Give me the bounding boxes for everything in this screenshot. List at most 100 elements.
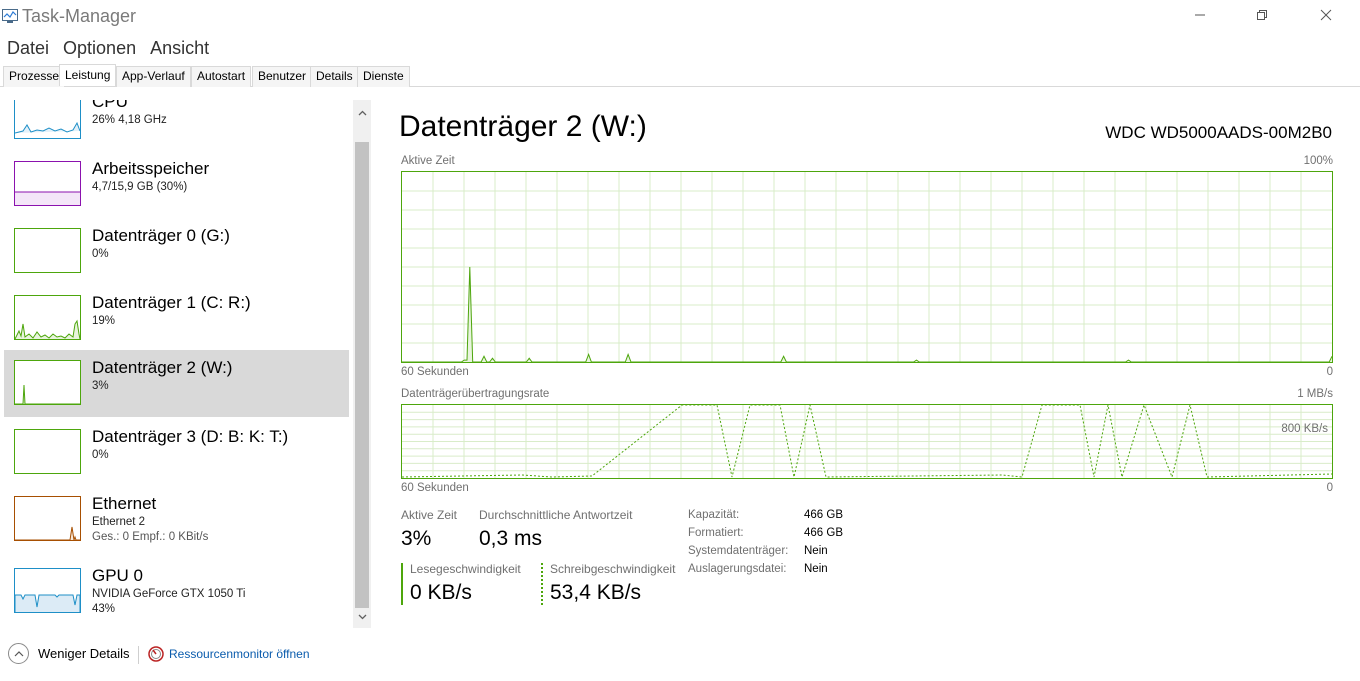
restore-icon [1257, 10, 1267, 20]
gpu-thumbnail [14, 568, 81, 613]
write-speed-value: 53,4 KB/s [550, 581, 642, 604]
chevron-up-icon [358, 110, 366, 116]
performance-sidebar: CPU 26% 4,18 GHz Arbeitsspeicher 4,7/15,… [0, 100, 372, 628]
sidebar-item-sub: 0% [92, 449, 109, 461]
sidebar-item-name: Datenträger 1 (C: R:) [92, 293, 251, 312]
prop-pagefile-label: Auslagerungsdatei: [688, 563, 787, 575]
ethernet-thumbnail [14, 496, 81, 541]
tab-bar: Prozesse Leistung App-Verlauf Autostart … [0, 64, 1360, 87]
sidebar-item-sub: 4,7/15,9 GB (30%) [92, 181, 188, 193]
sidebar-item-name: CPU [92, 100, 128, 111]
scroll-down-button[interactable] [353, 608, 371, 626]
active-time-chart [402, 172, 1333, 363]
sidebar-item-sub: Ethernet 2 [92, 516, 146, 528]
graph1-min-label: 0 [1326, 366, 1333, 378]
prop-system-disk-label: Systemdatenträger: [688, 545, 789, 557]
sidebar-item-name: GPU 0 [92, 566, 144, 585]
graph2-label: Datenträgerübertragungsrate [401, 388, 550, 400]
menu-bar: Datei Optionen Ansicht [0, 36, 216, 62]
tab-benutzer[interactable]: Benutzer [252, 66, 313, 87]
sidebar-item-sub: Ges.: 0 Empf.: 0 KBit/s [92, 531, 209, 543]
sidebar-item-sub: 19% [92, 315, 116, 327]
window-title: Task-Manager [22, 6, 137, 26]
disk-3-thumbnail [14, 429, 81, 474]
resource-monitor-icon [148, 646, 164, 662]
sidebar-item-disk-2[interactable]: Datenträger 2 (W:) 3% [4, 350, 349, 417]
read-speed-label: Lesegeschwindigkeit [410, 562, 521, 576]
active-time-value: 3% [401, 527, 432, 550]
read-speed-value: 0 KB/s [410, 581, 472, 604]
sidebar-item-name: Datenträger 2 (W:) [92, 358, 233, 377]
sidebar-item-sub: 3% [92, 380, 109, 392]
sidebar-item-name: Datenträger 0 (G:) [92, 226, 230, 245]
footer: Weniger Details Ressourcenmonitor öffnen [0, 640, 1360, 670]
read-speed-indicator [401, 563, 403, 605]
tab-autostart[interactable]: Autostart [191, 66, 252, 87]
sidebar-item-disk-0[interactable]: Datenträger 0 (G:) 0% [4, 218, 349, 285]
menu-ansicht[interactable]: Ansicht [143, 36, 216, 62]
disk-2-thumbnail [14, 360, 81, 405]
disk-0-thumbnail [14, 228, 81, 273]
prop-pagefile-value: Nein [804, 563, 828, 575]
chevron-up-circle-icon [8, 643, 29, 664]
prop-formatted-value: 466 GB [804, 527, 843, 539]
close-button[interactable] [1296, 0, 1356, 30]
graph1-max-label: 100% [1303, 155, 1333, 167]
tab-prozesse[interactable]: Prozesse [3, 66, 66, 87]
prop-capacity-value: 466 GB [804, 509, 843, 521]
sidebar-item-sub: NVIDIA GeForce GTX 1050 Ti [92, 588, 246, 600]
prop-capacity-label: Kapazität: [688, 509, 740, 521]
sidebar-item-gpu-0[interactable]: GPU 0 NVIDIA GeForce GTX 1050 Ti 43% [4, 558, 349, 625]
active-time-graph [401, 171, 1333, 363]
restore-button[interactable] [1232, 0, 1292, 30]
cpu-thumbnail [14, 100, 81, 139]
sidebar-item-sub: 0% [92, 248, 109, 260]
menu-optionen[interactable]: Optionen [56, 36, 143, 62]
sidebar-item-disk-1[interactable]: Datenträger 1 (C: R:) 19% [4, 285, 349, 352]
sidebar-item-ethernet[interactable]: Ethernet Ethernet 2 Ges.: 0 Empf.: 0 KBi… [4, 486, 349, 553]
sidebar-item-disk-3[interactable]: Datenträger 3 (D: B: K: T:) 0% [4, 419, 349, 486]
disk-1-thumbnail [14, 295, 81, 340]
tab-details[interactable]: Details [310, 66, 359, 87]
tab-dienste[interactable]: Dienste [357, 66, 410, 87]
active-time-label: Aktive Zeit [401, 508, 458, 522]
task-manager-app-icon [2, 9, 18, 23]
resource-monitor-label: Ressourcenmonitor öffnen [169, 647, 310, 661]
tab-app-verlauf[interactable]: App-Verlauf [116, 66, 191, 87]
prop-formatted-label: Formatiert: [688, 527, 744, 539]
detail-title: Datenträger 2 (W:) [399, 110, 647, 143]
sidebar-item-name: Datenträger 3 (D: B: K: T:) [92, 427, 289, 446]
disk-model: WDC WD5000AADS-00M2B0 [1105, 123, 1332, 142]
sidebar-item-cpu[interactable]: CPU 26% 4,18 GHz [4, 100, 349, 151]
avg-response-label: Durchschnittliche Antwortzeit [479, 508, 633, 522]
minimize-button[interactable] [1170, 0, 1230, 30]
less-details-button[interactable]: Weniger Details [8, 643, 130, 664]
title-bar: Task-Manager [0, 0, 1360, 34]
graph2-time-label: 60 Sekunden [401, 482, 469, 494]
graph2-min-label: 0 [1326, 482, 1333, 494]
scroll-up-button[interactable] [353, 104, 371, 122]
transfer-rate-graph: 800 KB/s [401, 403, 1333, 479]
prop-system-disk-value: Nein [804, 545, 828, 557]
footer-separator [138, 646, 139, 664]
tab-leistung[interactable]: Leistung [59, 64, 117, 86]
minimize-icon [1195, 14, 1205, 16]
write-speed-indicator [541, 563, 543, 605]
less-details-label: Weniger Details [38, 646, 130, 661]
graph1-time-label: 60 Sekunden [401, 366, 469, 378]
graph2-max-label: 1 MB/s [1297, 388, 1333, 400]
graph1-label: Aktive Zeit [401, 155, 455, 167]
chevron-down-icon [358, 614, 366, 620]
transfer-rate-chart [401, 403, 1333, 479]
menu-datei[interactable]: Datei [0, 36, 56, 62]
avg-response-value: 0,3 ms [479, 527, 543, 550]
close-icon [1320, 9, 1332, 21]
sidebar-item-memory[interactable]: Arbeitsspeicher 4,7/15,9 GB (30%) [4, 151, 349, 218]
resource-monitor-link[interactable]: Ressourcenmonitor öffnen [148, 646, 310, 662]
sidebar-item-name: Ethernet [92, 494, 157, 513]
scroll-thumb[interactable] [355, 142, 369, 608]
sidebar-item-sub: 26% 4,18 GHz [92, 114, 167, 126]
sidebar-item-sub: 43% [92, 603, 116, 615]
sidebar-scrollbar[interactable] [353, 100, 371, 628]
graph2-secondary-label: 800 KB/s [1281, 423, 1328, 435]
